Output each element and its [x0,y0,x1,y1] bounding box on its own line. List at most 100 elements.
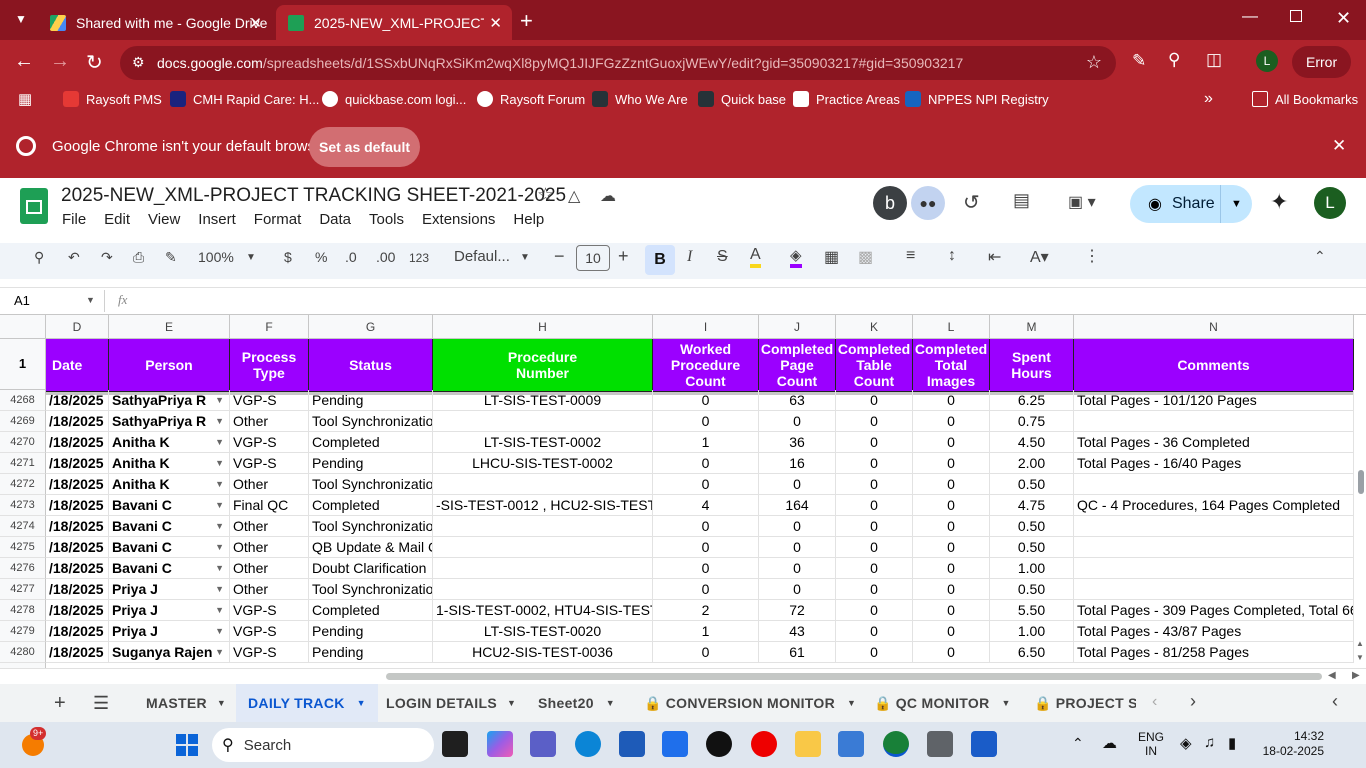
cell-images[interactable]: 0 [913,432,990,453]
forward-icon[interactable]: → [50,50,70,73]
cell-status[interactable]: Tool Synchronization [309,474,433,495]
copilot-icon[interactable] [487,731,513,757]
cell-date[interactable]: /18/2025 [46,432,109,453]
currency-format-button[interactable]: $ [284,249,292,265]
dropdown-arrow-icon[interactable]: ▼ [215,411,224,431]
collaborators-icon[interactable]: ●● [911,186,945,220]
more-formats-button[interactable]: 123 [409,251,429,265]
bookmark-item[interactable]: Who We Are [592,91,688,107]
cell-comment[interactable]: Total Pages - 36 Completed [1074,432,1354,453]
cell-status[interactable]: QB Update & Mail C [309,537,433,558]
cell-pages[interactable]: 43 [759,621,836,642]
close-infobar-icon[interactable]: ✕ [1332,136,1346,156]
dropdown-arrow-icon[interactable]: ▼ [215,495,224,515]
column-header-i[interactable]: I [653,315,759,339]
dropdown-arrow-icon[interactable]: ▼ [215,621,224,641]
extensions-icon[interactable]: ◫ [1206,50,1222,70]
row-header[interactable]: 4269 [0,411,46,432]
cell-date[interactable]: /18/2025 [46,537,109,558]
vscode-icon[interactable] [662,731,688,757]
row-header[interactable]: 4271 [0,453,46,474]
cell-date[interactable]: /18/2025 [46,558,109,579]
bookmark-item[interactable]: Raysoft PMS [63,91,162,107]
url-field[interactable]: ⚙ docs.google.com/spreadsheets/d/1SSxbUN… [120,46,1116,80]
dropdown-arrow-icon[interactable]: ▼ [215,516,224,536]
header-completed-images[interactable]: Completed Total Images [913,339,990,392]
paint-format-icon[interactable]: ✎ [165,249,177,266]
fill-color-icon[interactable]: ◈ [790,246,802,268]
maximize-icon[interactable] [1290,10,1302,22]
cell-pages[interactable]: 72 [759,600,836,621]
cell-type[interactable]: Other [230,411,309,432]
zoom-select[interactable]: 100% [198,249,234,265]
cell-type[interactable]: Other [230,516,309,537]
cell-worked[interactable]: 0 [653,579,759,600]
text-rotation-icon[interactable]: A▾ [1030,247,1049,267]
sheet-tab-conversion-monitor[interactable]: 🔒 CONVERSION MONITOR ▼ [632,684,868,722]
header-completed-tables[interactable]: Completed Table Count [836,339,913,392]
cell-date[interactable]: /18/2025 [46,411,109,432]
dell-icon[interactable] [706,731,732,757]
cell-worked[interactable]: 2 [653,600,759,621]
cell-images[interactable]: 0 [913,411,990,432]
column-header-j[interactable]: J [759,315,836,339]
bookmark-item[interactable]: Quick base [698,91,786,107]
cell-status[interactable]: Completed [309,432,433,453]
column-header-e[interactable]: E [109,315,230,339]
cell-worked[interactable]: 0 [653,537,759,558]
cell-images[interactable]: 0 [913,495,990,516]
cell-status[interactable]: Pending [309,390,433,411]
site-info-icon[interactable]: ⚙ [132,54,145,71]
cell-pages[interactable]: 164 [759,495,836,516]
chevron-down-icon[interactable]: ▼ [357,698,366,708]
cell-hours[interactable]: 1.00 [990,558,1074,579]
show-hidden-icons[interactable]: ⌃ [1072,735,1084,752]
cell-images[interactable]: 0 [913,621,990,642]
cell-proc[interactable]: HCU2-SIS-TEST-0036 [433,642,653,663]
bookmark-star-icon[interactable]: ☆ [1086,52,1102,73]
text-wrapping-icon[interactable]: ⇤ [988,247,1001,267]
cell-type[interactable]: Final QC [230,495,309,516]
app-icon[interactable] [838,731,864,757]
select-all-corner[interactable] [0,315,46,339]
scroll-tabs-left-icon[interactable]: ‹ [1152,693,1157,711]
all-sheets-icon[interactable]: ☰ [93,693,109,714]
cell-status[interactable]: Completed [309,495,433,516]
cell-pages[interactable]: 0 [759,558,836,579]
dropdown-arrow-icon[interactable]: ▼ [215,432,224,452]
star-icon[interactable]: ☆ [537,184,554,207]
cell-person[interactable]: Anitha K ▼ [109,474,230,495]
close-tab-icon[interactable]: ✕ [249,14,262,32]
row-header[interactable]: 4268 [0,390,46,411]
font-dropdown-icon[interactable]: ▼ [520,252,530,263]
row-header[interactable]: 4278 [0,600,46,621]
row-header[interactable]: 4275 [0,537,46,558]
row-header[interactable]: 4274 [0,516,46,537]
edit-pen-icon[interactable]: ✎ [1132,51,1146,71]
menu-extensions[interactable]: Extensions [422,211,495,228]
cell-tables[interactable]: 0 [836,474,913,495]
header-worked-count[interactable]: Worked Procedure Count [653,339,759,392]
dropdown-arrow-icon[interactable]: ▼ [215,600,224,620]
cell-person[interactable]: Suganya Rajen ▼ [109,642,230,663]
cell-worked[interactable]: 0 [653,474,759,495]
cell-person[interactable]: Priya J ▼ [109,621,230,642]
cell-proc[interactable] [433,474,653,495]
vertical-scrollbar[interactable]: ▲ ▼ [1354,315,1366,668]
file-explorer-icon[interactable] [795,731,821,757]
cell-images[interactable]: 0 [913,474,990,495]
cell-person[interactable]: Priya J ▼ [109,600,230,621]
cell-tables[interactable]: 0 [836,642,913,663]
tab-spreadsheet[interactable]: 2025-NEW_XML-PROJECT TRAC ✕ [276,5,512,40]
cell-worked[interactable]: 1 [653,621,759,642]
cell-images[interactable]: 0 [913,390,990,411]
cell-person[interactable]: Bavani C ▼ [109,537,230,558]
cell-person[interactable]: Bavani C ▼ [109,495,230,516]
more-bookmarks-icon[interactable]: » [1204,90,1213,108]
cell-type[interactable]: VGP-S [230,600,309,621]
cell-type[interactable]: VGP-S [230,453,309,474]
italic-icon[interactable]: I [687,248,692,266]
cell-type[interactable]: VGP-S [230,642,309,663]
cell-hours[interactable]: 4.50 [990,432,1074,453]
menu-edit[interactable]: Edit [104,211,130,228]
